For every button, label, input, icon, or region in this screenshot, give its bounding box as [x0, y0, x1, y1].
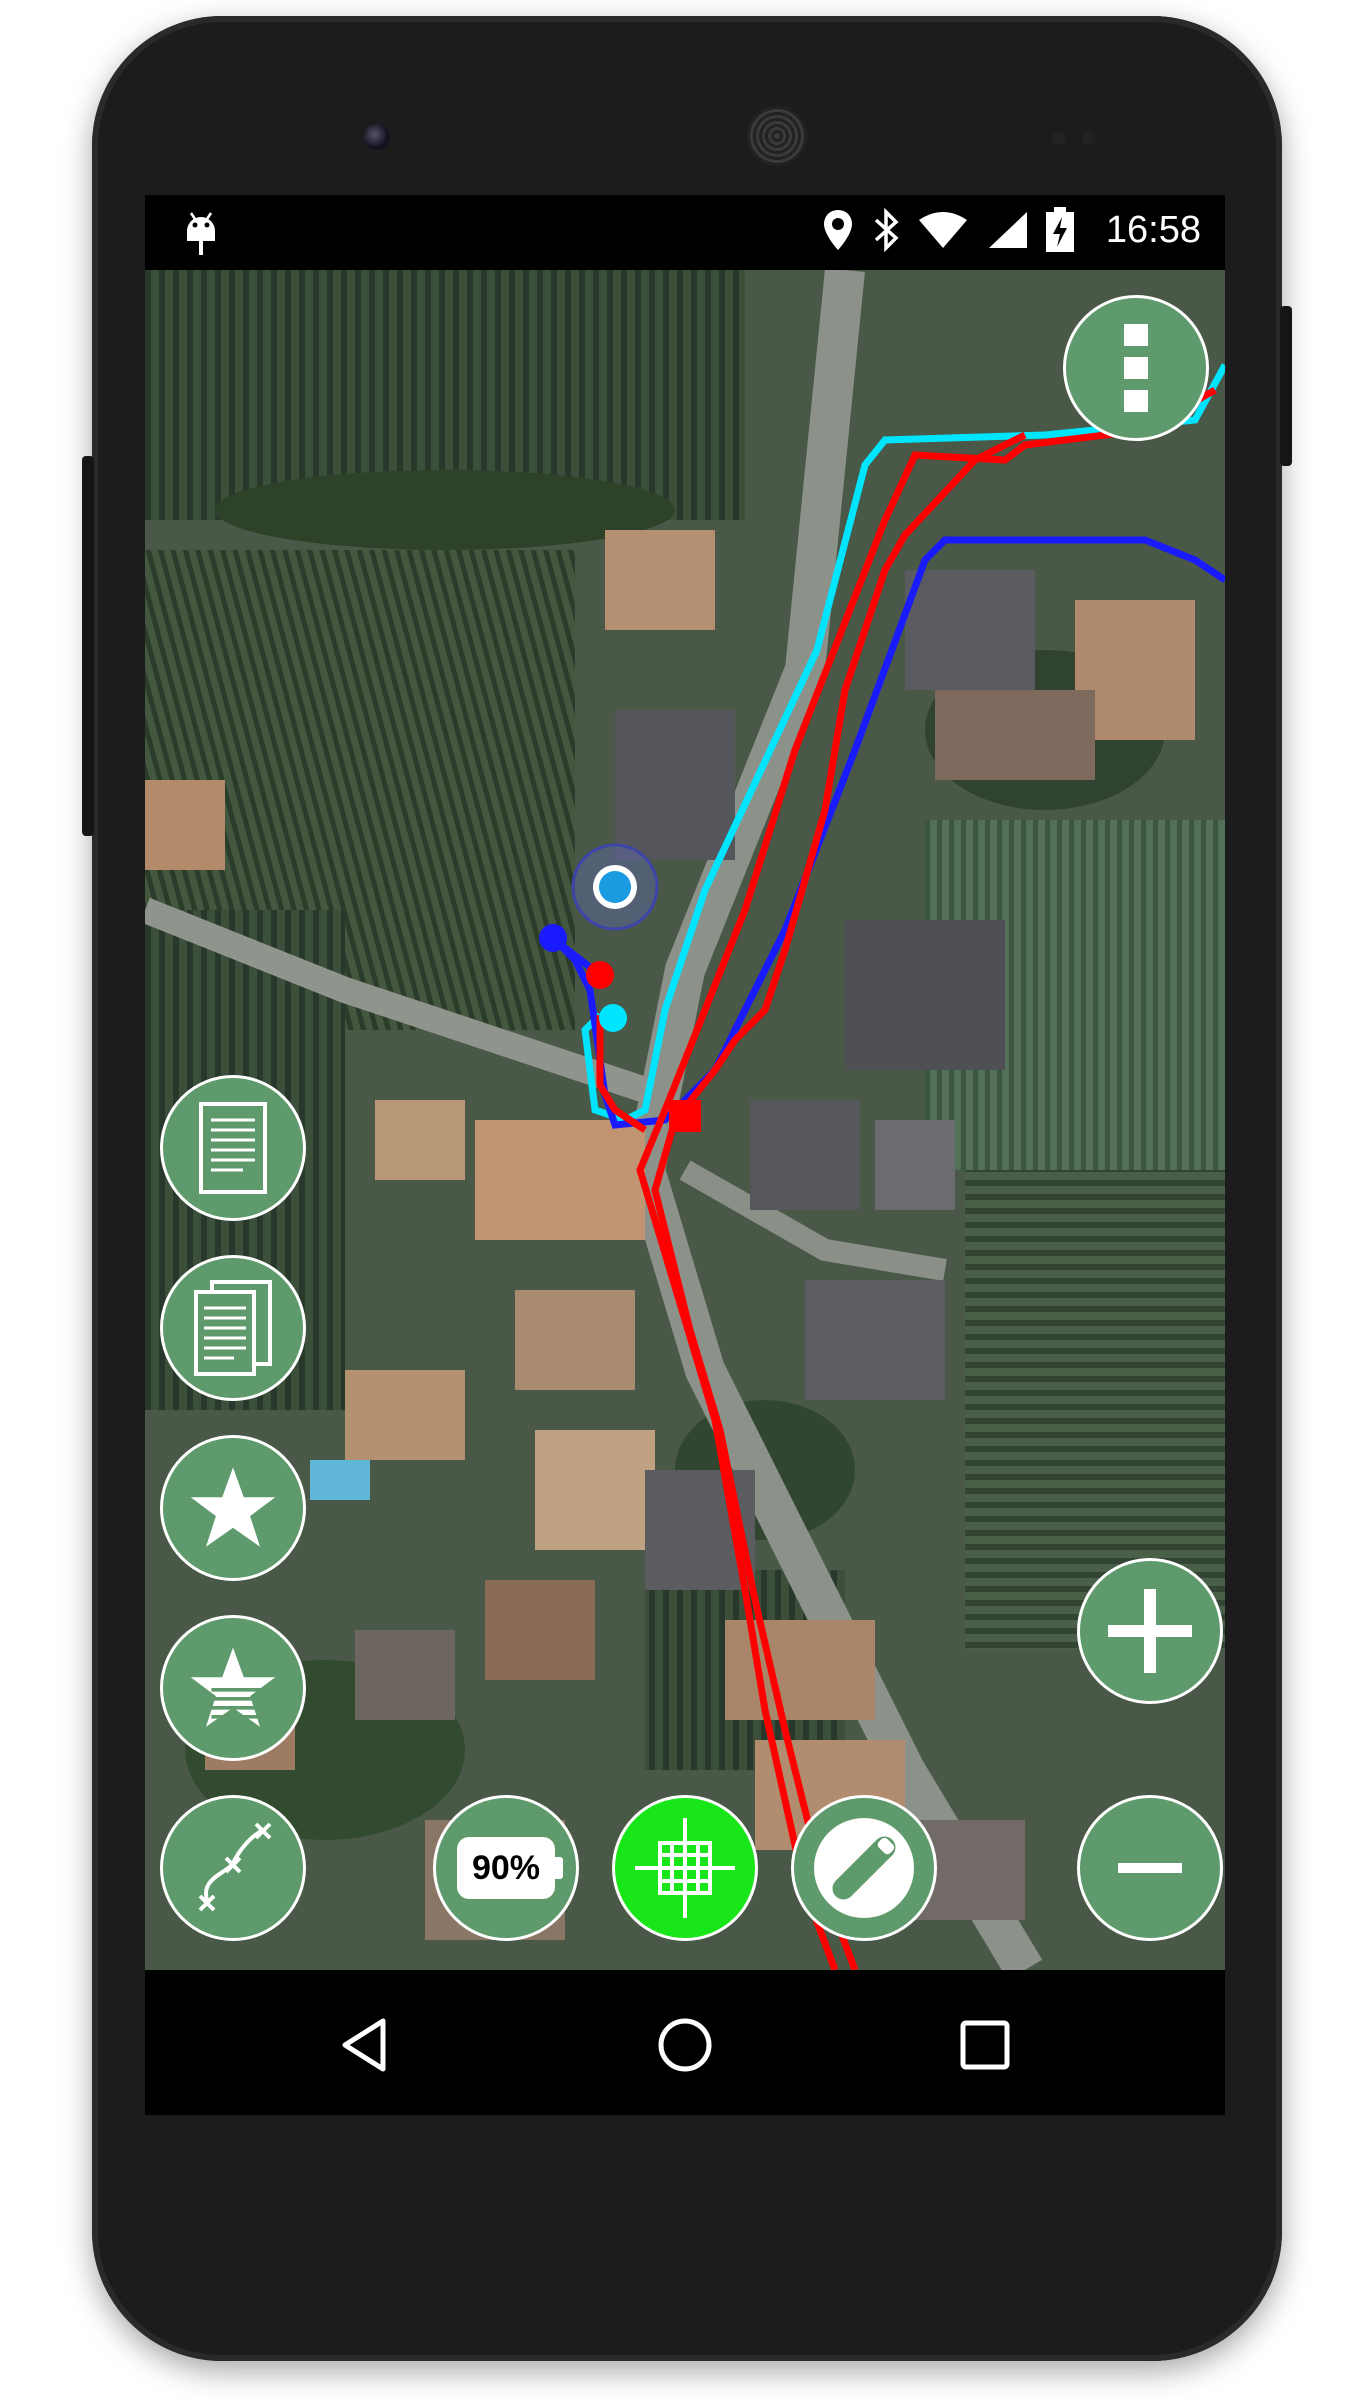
- edit-button[interactable]: [791, 1795, 937, 1941]
- bookmark-list-button[interactable]: [160, 1615, 306, 1761]
- recents-button[interactable]: [935, 2000, 1035, 2090]
- status-bar: 16:58: [145, 195, 1225, 270]
- home-button[interactable]: [635, 2000, 735, 2090]
- home-icon: [658, 2018, 712, 2072]
- gps-center-icon: [635, 1818, 735, 1918]
- location-icon: [824, 210, 852, 250]
- battery-terminal: [555, 1857, 563, 1879]
- track-start-red-marker: [586, 961, 614, 989]
- android-debug-icon: [187, 212, 215, 255]
- satellite-map[interactable]: 90%: [145, 270, 1225, 1970]
- track-start-cyan-marker: [599, 1004, 627, 1032]
- proximity-sensor: [1052, 131, 1066, 145]
- back-icon: [342, 2018, 386, 2072]
- map-imagery: [145, 270, 1225, 1970]
- pencil-icon: [814, 1818, 914, 1918]
- recents-icon: [960, 2020, 1010, 2070]
- gps-center-button[interactable]: [612, 1795, 758, 1941]
- star-list-icon: [190, 1647, 276, 1727]
- power-button: [82, 456, 94, 836]
- notes-list-button[interactable]: [160, 1255, 306, 1401]
- notes-icon: [199, 1102, 267, 1194]
- menu-button[interactable]: [1063, 295, 1209, 441]
- track-end-red-marker: [669, 1100, 701, 1132]
- menu-icon: [1124, 324, 1148, 412]
- status-time: 16:58: [1105, 209, 1201, 251]
- battery-level-text: 90%: [471, 1848, 541, 1887]
- battery-indicator[interactable]: 90%: [433, 1795, 579, 1941]
- draw-line-icon: [198, 1822, 272, 1912]
- light-sensor: [1082, 131, 1096, 145]
- earpiece-speaker: [747, 106, 807, 166]
- zoom-out-icon: [1118, 1863, 1182, 1873]
- star-icon: [190, 1467, 276, 1547]
- draw-line-button[interactable]: [160, 1795, 306, 1941]
- battery-charging-icon: [1046, 207, 1074, 252]
- front-camera: [364, 124, 390, 150]
- battery-indicator-badge: 90%: [457, 1837, 563, 1899]
- cell-signal-icon: [989, 212, 1027, 248]
- track-start-blue-marker: [539, 924, 567, 952]
- status-icons: [821, 207, 1075, 253]
- screen: 16:58 90%: [145, 195, 1225, 2115]
- bookmark-button[interactable]: [160, 1435, 306, 1581]
- notes-button[interactable]: [160, 1075, 306, 1221]
- zoom-in-button[interactable]: [1077, 1558, 1223, 1704]
- notes-list-icon: [194, 1280, 272, 1376]
- bluetooth-icon: [874, 208, 899, 252]
- wifi-icon: [919, 212, 967, 248]
- navigation-bar: [145, 1970, 1225, 2115]
- zoom-out-button[interactable]: [1077, 1795, 1223, 1941]
- zoom-in-icon: [1108, 1589, 1192, 1673]
- back-button[interactable]: [315, 2000, 415, 2090]
- volume-button: [1280, 306, 1292, 466]
